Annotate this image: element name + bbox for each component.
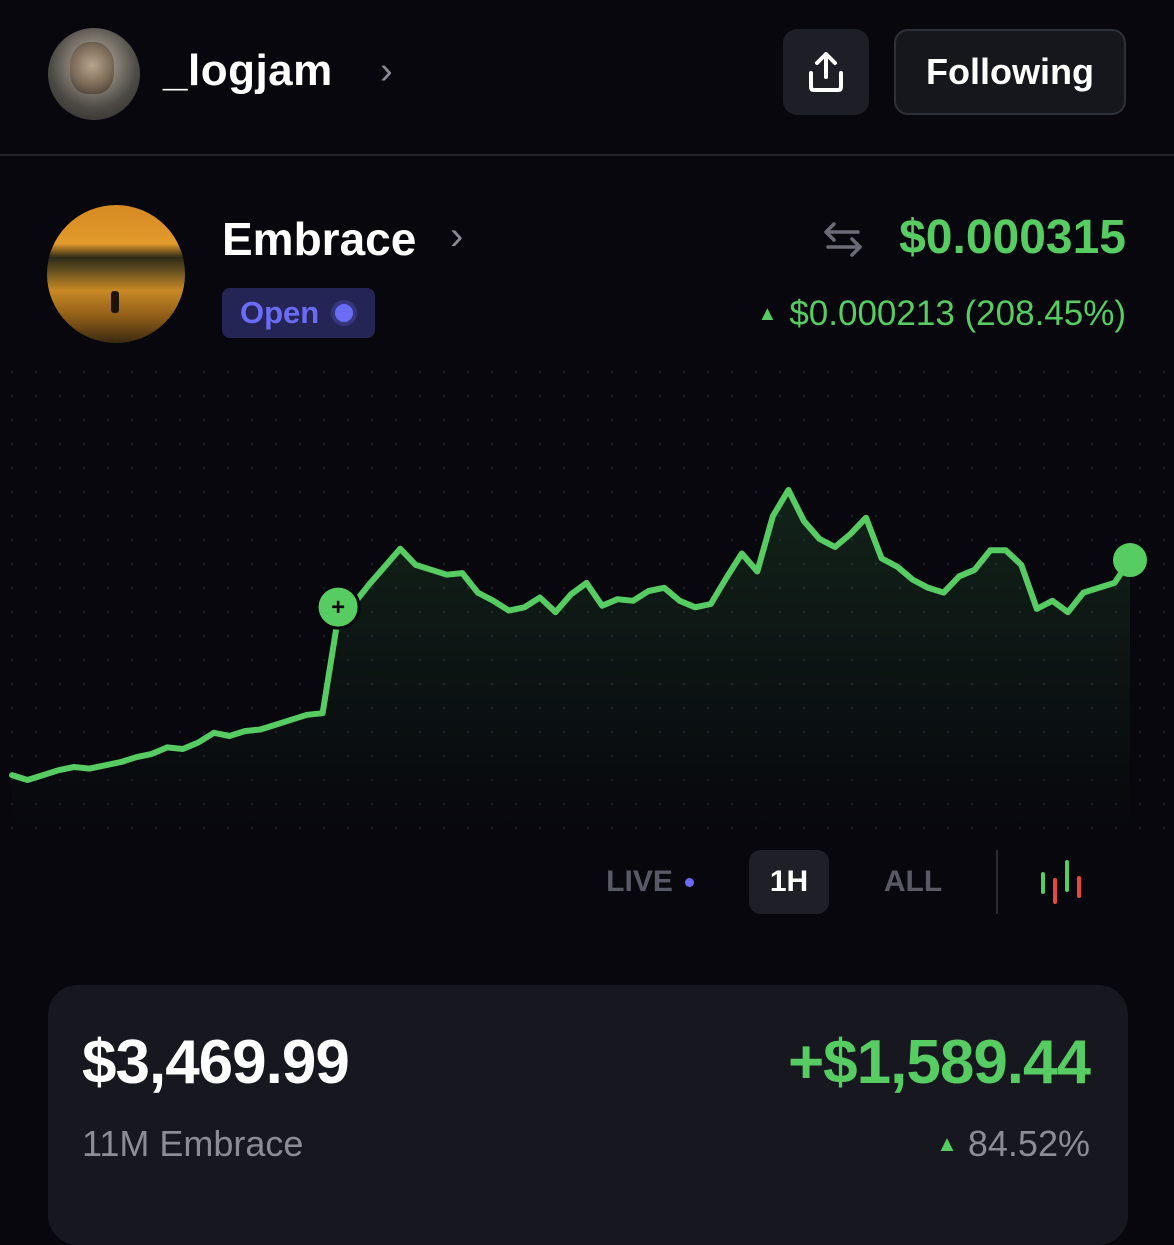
following-button[interactable]: Following bbox=[894, 29, 1126, 115]
range-live-label: LIVE bbox=[606, 865, 673, 898]
token-price: $0.000315 bbox=[899, 211, 1126, 264]
position-gain-pct-value: 84.52% bbox=[967, 1123, 1090, 1164]
header-divider bbox=[0, 154, 1174, 156]
share-upload-icon bbox=[809, 52, 843, 92]
range-selector: LIVE 1H ALL bbox=[0, 850, 1174, 920]
position-card[interactable]: $3,469.99 +$1,589.44 11M Embrace ▲ 84.52… bbox=[48, 985, 1128, 1245]
position-gain-pct: ▲ 84.52% bbox=[936, 1123, 1090, 1165]
username[interactable]: _logjam bbox=[163, 46, 333, 96]
price-chart-svg[interactable]: + bbox=[0, 360, 1174, 830]
entry-marker-label: + bbox=[331, 594, 345, 621]
token-name[interactable]: Embrace bbox=[222, 212, 416, 266]
profile-header: _logjam › Following bbox=[0, 0, 1174, 155]
swap-arrows-icon[interactable] bbox=[822, 218, 864, 260]
up-triangle-icon: ▲ bbox=[936, 1131, 958, 1156]
range-1h[interactable]: 1H bbox=[749, 850, 829, 914]
status-badge: Open bbox=[222, 288, 375, 338]
price-chart[interactable]: + bbox=[0, 360, 1174, 830]
live-dot-icon bbox=[684, 877, 694, 887]
price-change-value: $0.000213 (208.45%) bbox=[789, 294, 1126, 333]
token-avatar[interactable] bbox=[47, 205, 185, 343]
price-area-fill bbox=[12, 490, 1130, 830]
status-label: Open bbox=[240, 295, 320, 330]
position-gain: +$1,589.44 bbox=[787, 1028, 1091, 1097]
position-holding: 11M Embrace bbox=[82, 1123, 304, 1164]
range-live[interactable]: LIVE bbox=[590, 850, 710, 914]
position-value: $3,469.99 bbox=[82, 1028, 350, 1097]
candlestick-icon[interactable] bbox=[1038, 860, 1088, 906]
share-button[interactable] bbox=[783, 29, 869, 115]
user-avatar[interactable] bbox=[48, 28, 140, 120]
range-divider bbox=[996, 850, 998, 914]
chevron-right-icon[interactable]: › bbox=[380, 50, 393, 93]
up-triangle-icon: ▲ bbox=[757, 302, 778, 325]
status-dot-icon bbox=[335, 304, 354, 322]
current-price-dot bbox=[1113, 543, 1147, 578]
price-change: ▲ $0.000213 (208.45%) bbox=[758, 294, 1126, 334]
token-chevron-right-icon[interactable]: › bbox=[450, 214, 463, 259]
range-all[interactable]: ALL bbox=[866, 850, 960, 914]
